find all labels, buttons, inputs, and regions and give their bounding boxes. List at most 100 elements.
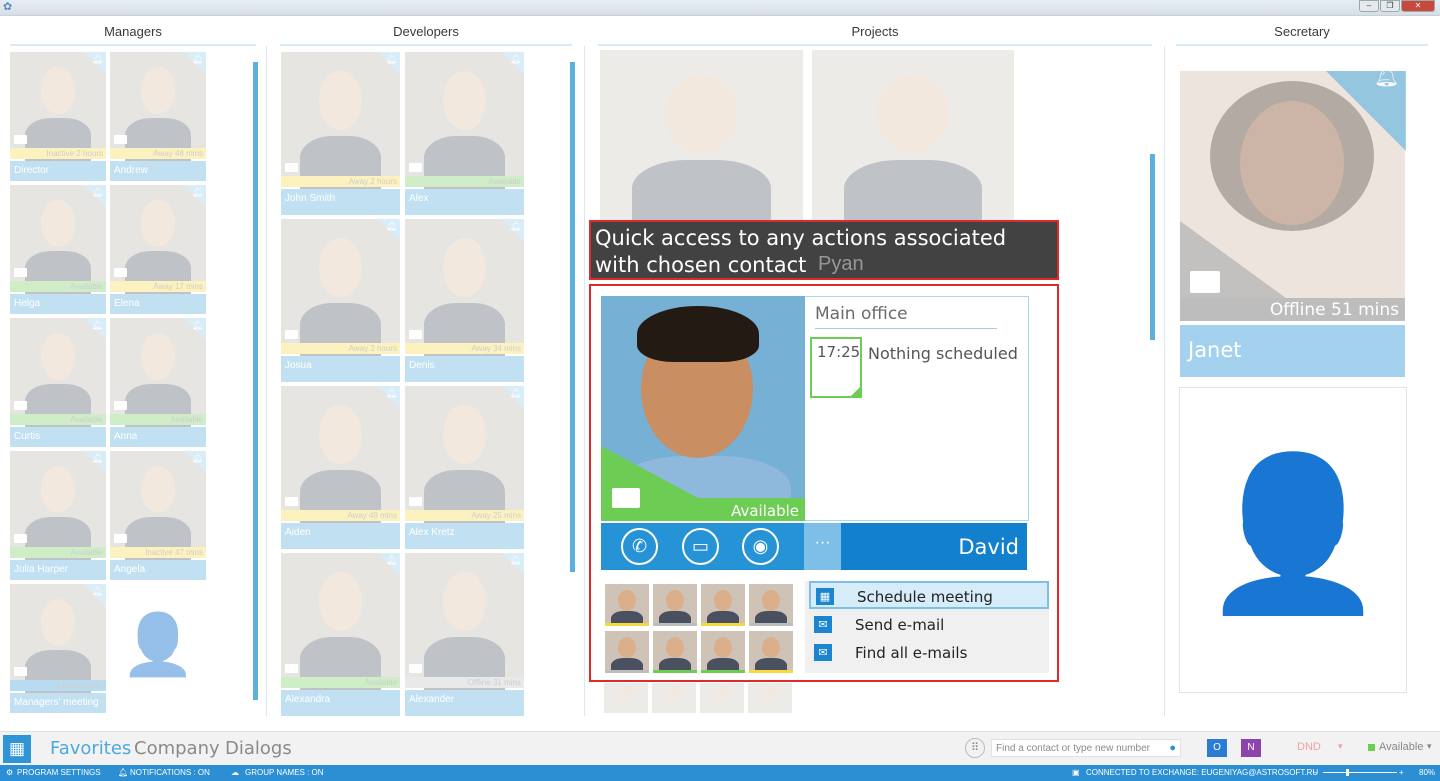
dnd-toggle[interactable]: DND <box>1297 741 1321 753</box>
bell-icon[interactable]: 🔔︎ <box>1374 64 1399 89</box>
contact-name[interactable]: Alex <box>405 189 524 215</box>
bell-icon[interactable]: 🔔︎ <box>386 388 397 399</box>
contact-tile[interactable]: 🔔︎ Away 49 mins Aiden <box>281 386 400 549</box>
developers-scrollbar[interactable] <box>570 62 575 572</box>
chat-icon[interactable] <box>285 330 298 339</box>
program-settings[interactable]: PROGRAM SETTINGS <box>17 768 101 777</box>
contact-tile[interactable] <box>604 683 648 713</box>
contact-name[interactable]: Aiden <box>281 523 400 549</box>
menu-item-find-emails[interactable]: ✉ Find all e-mails <box>809 639 1049 667</box>
more-button[interactable]: ··· <box>804 523 841 570</box>
chat-icon[interactable] <box>14 268 27 277</box>
contact-tile[interactable]: 🔔︎ Available Alexandra <box>281 553 400 716</box>
tab-dialogs[interactable]: Dialogs <box>225 738 292 759</box>
contact-tile[interactable]: 🔔︎ Away 2 hours John Smith <box>281 52 400 215</box>
bell-icon[interactable]: 🔔︎ <box>92 187 103 198</box>
contact-tile[interactable]: 🔔︎ Inactive 47 mins Angela <box>110 451 206 580</box>
recent-contact-thumbnail[interactable] <box>701 584 745 626</box>
video-icon[interactable]: ◉ <box>742 528 779 565</box>
contact-tile[interactable]: 🔔︎ Available Helga <box>10 185 106 314</box>
bell-icon[interactable]: 🔔︎ <box>92 54 103 65</box>
chat-icon[interactable] <box>14 401 27 410</box>
zoom-in-button[interactable]: + <box>1399 768 1404 777</box>
bell-icon[interactable]: 🔔︎ <box>92 586 103 597</box>
gear-icon[interactable]: ⚙ <box>6 768 13 777</box>
chat-icon[interactable] <box>114 401 127 410</box>
chat-icon[interactable] <box>114 135 127 144</box>
contact-tile[interactable]: 🔔︎ Away 25 mins Alex Kretz <box>405 386 524 549</box>
chat-icon[interactable] <box>14 534 27 543</box>
bell-icon[interactable]: 🔔︎ <box>92 453 103 464</box>
contact-tile[interactable]: 🔔︎ Away 2 hours Josua <box>281 219 400 382</box>
bell-icon[interactable]: 🔔︎ <box>192 187 203 198</box>
outlook-icon[interactable]: O <box>1207 739 1227 757</box>
chat-icon[interactable] <box>14 667 27 676</box>
chat-icon[interactable] <box>409 163 422 172</box>
bell-icon[interactable]: 🔔︎ <box>192 320 203 331</box>
contact-tile[interactable] <box>600 50 803 228</box>
recent-contact-thumbnail[interactable] <box>653 584 697 626</box>
contact-name[interactable]: Alexandra <box>281 690 400 716</box>
add-contact-tile[interactable]: 👤 <box>110 584 206 714</box>
bell-icon[interactable]: 🔔︎ <box>386 54 397 65</box>
chat-icon[interactable] <box>114 534 127 543</box>
zoom-out-button[interactable]: − <box>1313 768 1318 777</box>
menu-item-send-email[interactable]: ✉ Send e-mail <box>809 611 1049 639</box>
contact-tile[interactable]: 🔔︎ Available Anna <box>110 318 206 447</box>
chat-icon[interactable] <box>1190 271 1220 293</box>
calendar-icon[interactable]: ▦ <box>3 735 31 763</box>
close-button[interactable]: ✕ <box>1401 0 1435 12</box>
chevron-down-icon[interactable]: ▾ <box>1427 741 1432 752</box>
recent-contact-thumbnail[interactable] <box>749 631 793 673</box>
recent-contact-thumbnail[interactable] <box>605 584 649 626</box>
bell-icon[interactable]: 🔔︎ <box>192 54 203 65</box>
chat-icon[interactable] <box>409 497 422 506</box>
zoom-slider-handle[interactable] <box>1346 769 1349 776</box>
recent-contact-thumbnail[interactable] <box>605 631 649 673</box>
search-input[interactable]: Find a contact or type new number ● <box>991 739 1181 757</box>
chat-icon[interactable] <box>114 268 127 277</box>
group-icon[interactable]: ☁ <box>231 768 239 777</box>
contact-name[interactable]: Anna <box>110 427 206 447</box>
contact-name[interactable]: Josua <box>281 356 400 382</box>
dialpad-icon[interactable]: ⠿ <box>965 738 985 758</box>
contact-tile[interactable] <box>700 683 744 713</box>
bell-icon[interactable]: 🔔︎ <box>510 388 521 399</box>
onenote-icon[interactable]: N <box>1241 739 1261 757</box>
contact-card[interactable]: Available Main office 17:25 Nothing sche… <box>589 284 1059 682</box>
projects-scrollbar[interactable] <box>1150 154 1155 340</box>
tab-favorites[interactable]: Favorites <box>50 738 131 759</box>
contact-tile[interactable]: 🔔︎ Available Julia Harper <box>10 451 106 580</box>
contact-name[interactable]: David <box>841 523 1027 570</box>
bell-icon[interactable]: 🔔︎ <box>510 221 521 232</box>
contact-tile[interactable]: 🔔︎ Available Alex <box>405 52 524 215</box>
bell-icon[interactable]: 🔔︎ <box>386 555 397 566</box>
tab-company[interactable]: Company <box>134 738 220 759</box>
chat-icon[interactable] <box>409 330 422 339</box>
zoom-slider[interactable] <box>1323 772 1397 773</box>
contact-name[interactable]: Angela <box>110 560 206 580</box>
contact-tile[interactable] <box>812 50 1014 228</box>
contact-tile[interactable]: 🔔︎ Offline 31 mins Alexander <box>405 553 524 716</box>
contact-name[interactable]: Curtis <box>10 427 106 447</box>
contact-name[interactable]: Alex Kretz <box>405 523 524 549</box>
chevron-down-icon[interactable]: ▾ <box>1338 741 1343 752</box>
recent-contact-thumbnail[interactable] <box>653 631 697 673</box>
contact-tile[interactable]: 🔔︎ Away 48 mins Andrew <box>110 52 206 181</box>
secretary-name[interactable]: Janet <box>1180 325 1405 377</box>
chat-icon[interactable] <box>285 163 298 172</box>
chat-icon[interactable] <box>285 497 298 506</box>
contact-name[interactable]: Alexander <box>405 690 524 716</box>
chat-icon[interactable] <box>409 664 422 673</box>
group-names-toggle[interactable]: GROUP NAMES : ON <box>245 768 324 777</box>
bell-icon[interactable]: 🔔︎ <box>192 453 203 464</box>
contact-name[interactable]: Director <box>10 161 106 181</box>
chat-icon[interactable]: ▭ <box>682 528 719 565</box>
maximize-button[interactable]: ❐ <box>1380 0 1400 12</box>
managers-scrollbar[interactable] <box>253 62 258 700</box>
notifications-toggle[interactable]: NOTIFICATIONS : ON <box>130 768 210 777</box>
contact-tile[interactable]: 🔔︎ Inactive 2 hours Director <box>10 52 106 181</box>
bell-icon[interactable]: 🔔︎ <box>92 320 103 331</box>
contact-tile[interactable] <box>748 683 792 713</box>
contact-tile[interactable] <box>652 683 696 713</box>
